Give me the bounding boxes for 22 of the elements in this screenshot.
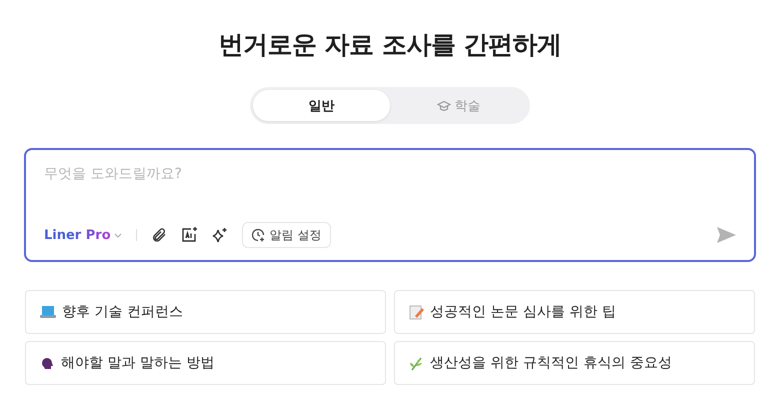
ai-frame-icon <box>180 227 198 243</box>
suggestion-card[interactable]: 해야할 말과 말하는 방법 <box>25 341 386 385</box>
mode-tab[interactable]: 일반 <box>253 90 390 121</box>
sparkle-icon <box>212 227 228 243</box>
ai-image-button[interactable] <box>180 227 198 243</box>
attach-button[interactable] <box>150 227 167 243</box>
suggestion-card[interactable]: 향후 기술 컨퍼런스 <box>25 290 386 334</box>
alarm-settings-button[interactable]: 알림 설정 <box>242 222 332 248</box>
herb-icon <box>409 356 424 370</box>
clock-plus-icon <box>252 228 265 242</box>
page-title: 번거로운 자료 조사를 간편하게 <box>218 29 562 61</box>
chevron-down-icon <box>114 232 122 238</box>
speaking-head-icon <box>40 356 55 370</box>
send-icon <box>717 227 736 243</box>
laptop-icon <box>40 305 56 319</box>
sparkle-button[interactable] <box>212 227 228 243</box>
suggestion-card[interactable]: 생산성을 위한 규칙적인 휴식의 중요성 <box>394 341 755 385</box>
memo-icon <box>409 304 424 320</box>
paperclip-icon <box>150 227 167 243</box>
prompt-box[interactable]: 무엇을 도와드릴까요? Liner Pro 알림 설정 <box>24 148 756 262</box>
graduation-cap-icon <box>436 100 450 112</box>
suggestion-card[interactable]: 성공적인 논문 심사를 위한 팁 <box>394 290 755 334</box>
